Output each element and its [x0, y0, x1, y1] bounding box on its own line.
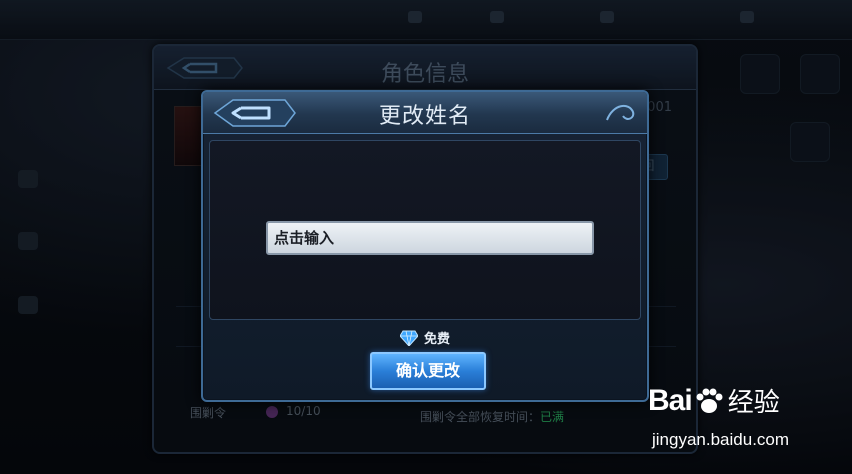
rename-cost: 免费: [203, 328, 647, 347]
watermark-url: jingyan.baidu.com: [652, 430, 790, 449]
watermark-brand: Bai: [648, 383, 693, 417]
rename-dialog-title: 更改姓名: [378, 104, 471, 129]
watermark-logo: Bai 经验: [648, 382, 780, 419]
rename-dialog-body: [209, 140, 641, 320]
paw-icon: [696, 388, 723, 413]
rename-dialog-header: 更改姓名: [203, 92, 647, 134]
confirm-button[interactable]: 确认更改: [370, 352, 486, 390]
rename-dialog: 更改姓名 免费 确认更改: [201, 90, 649, 402]
ornament-icon: [606, 104, 635, 121]
watermark-brand-cn: 经验: [727, 388, 780, 418]
cost-label: 免费: [423, 332, 450, 347]
baidu-jingyan-watermark: Bai 经验 jingyan.baidu.com: [648, 382, 808, 462]
diamond-icon: [399, 330, 418, 346]
name-input[interactable]: [266, 221, 594, 255]
